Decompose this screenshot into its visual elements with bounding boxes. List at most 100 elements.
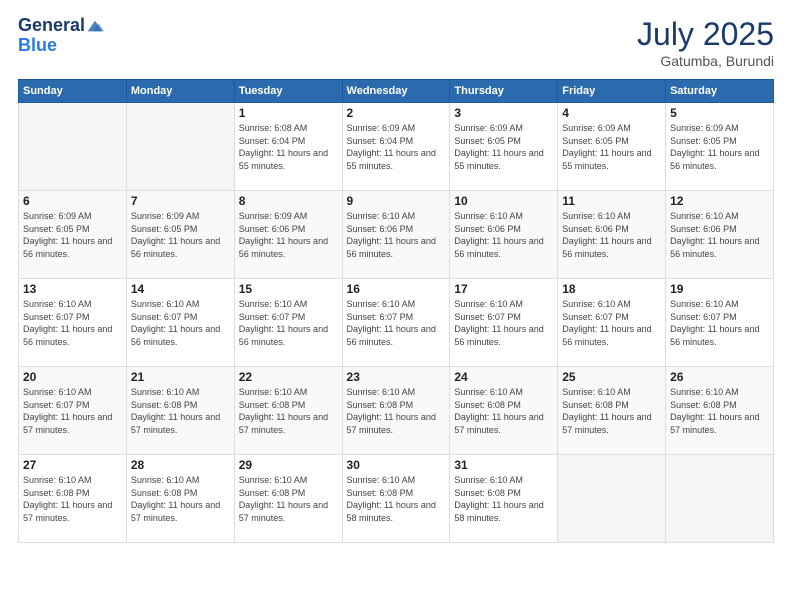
col-tuesday: Tuesday (234, 80, 342, 103)
calendar-cell: 3 Sunrise: 6:09 AM Sunset: 6:05 PM Daylig… (450, 103, 558, 191)
day-info: Sunrise: 6:10 AM Sunset: 6:08 PM Dayligh… (239, 474, 338, 524)
day-number: 3 (454, 106, 553, 120)
calendar-cell: 6 Sunrise: 6:09 AM Sunset: 6:05 PM Daylig… (19, 191, 127, 279)
day-info: Sunrise: 6:09 AM Sunset: 6:04 PM Dayligh… (347, 122, 446, 172)
day-number: 15 (239, 282, 338, 296)
calendar-cell: 5 Sunrise: 6:09 AM Sunset: 6:05 PM Daylig… (666, 103, 774, 191)
day-info: Sunrise: 6:10 AM Sunset: 6:08 PM Dayligh… (131, 474, 230, 524)
calendar-cell: 21 Sunrise: 6:10 AM Sunset: 6:08 PM Dayli… (126, 367, 234, 455)
day-info: Sunrise: 6:09 AM Sunset: 6:06 PM Dayligh… (239, 210, 338, 260)
logo-icon (86, 17, 104, 35)
day-info: Sunrise: 6:09 AM Sunset: 6:05 PM Dayligh… (454, 122, 553, 172)
calendar-cell (666, 455, 774, 543)
day-info: Sunrise: 6:10 AM Sunset: 6:06 PM Dayligh… (347, 210, 446, 260)
day-info: Sunrise: 6:10 AM Sunset: 6:08 PM Dayligh… (239, 386, 338, 436)
day-info: Sunrise: 6:10 AM Sunset: 6:08 PM Dayligh… (131, 386, 230, 436)
day-number: 24 (454, 370, 553, 384)
location: Gatumba, Burundi (637, 53, 774, 69)
calendar-cell: 31 Sunrise: 6:10 AM Sunset: 6:08 PM Dayli… (450, 455, 558, 543)
day-number: 11 (562, 194, 661, 208)
calendar: Sunday Monday Tuesday Wednesday Thursday… (18, 79, 774, 543)
calendar-cell: 26 Sunrise: 6:10 AM Sunset: 6:08 PM Dayli… (666, 367, 774, 455)
day-number: 10 (454, 194, 553, 208)
day-number: 1 (239, 106, 338, 120)
day-number: 5 (670, 106, 769, 120)
day-info: Sunrise: 6:08 AM Sunset: 6:04 PM Dayligh… (239, 122, 338, 172)
day-info: Sunrise: 6:09 AM Sunset: 6:05 PM Dayligh… (23, 210, 122, 260)
calendar-cell: 28Sunrise: 6:10 AM Sunset: 6:08 PM Dayli… (126, 455, 234, 543)
logo: General Blue (18, 16, 104, 56)
day-number: 7 (131, 194, 230, 208)
day-number: 23 (347, 370, 446, 384)
day-info: Sunrise: 6:10 AM Sunset: 6:08 PM Dayligh… (347, 474, 446, 524)
day-info: Sunrise: 6:10 AM Sunset: 6:08 PM Dayligh… (562, 386, 661, 436)
day-info: Sunrise: 6:10 AM Sunset: 6:08 PM Dayligh… (454, 386, 553, 436)
day-info: Sunrise: 6:10 AM Sunset: 6:07 PM Dayligh… (131, 298, 230, 348)
calendar-cell: 24 Sunrise: 6:10 AM Sunset: 6:08 PM Dayli… (450, 367, 558, 455)
month-title: July 2025 (637, 16, 774, 53)
col-sunday: Sunday (19, 80, 127, 103)
day-info: Sunrise: 6:10 AM Sunset: 6:07 PM Dayligh… (347, 298, 446, 348)
day-info: Sunrise: 6:10 AM Sunset: 6:07 PM Dayligh… (670, 298, 769, 348)
calendar-cell: 9 Sunrise: 6:10 AM Sunset: 6:06 PM Daylig… (342, 191, 450, 279)
day-number: 4 (562, 106, 661, 120)
day-info: Sunrise: 6:10 AM Sunset: 6:07 PM Dayligh… (562, 298, 661, 348)
col-wednesday: Wednesday (342, 80, 450, 103)
calendar-week-2: 6 Sunrise: 6:09 AM Sunset: 6:05 PM Daylig… (19, 191, 774, 279)
logo-blue: Blue (18, 36, 104, 56)
day-number: 12 (670, 194, 769, 208)
day-info: Sunrise: 6:10 AM Sunset: 6:07 PM Dayligh… (23, 386, 122, 436)
day-info: Sunrise: 6:10 AM Sunset: 6:07 PM Dayligh… (23, 298, 122, 348)
col-thursday: Thursday (450, 80, 558, 103)
day-number: 30 (347, 458, 446, 472)
calendar-cell: 10 Sunrise: 6:10 AM Sunset: 6:06 PM Dayli… (450, 191, 558, 279)
day-info: Sunrise: 6:10 AM Sunset: 6:06 PM Dayligh… (454, 210, 553, 260)
day-info: Sunrise: 6:10 AM Sunset: 6:07 PM Dayligh… (239, 298, 338, 348)
day-info: Sunrise: 6:10 AM Sunset: 6:08 PM Dayligh… (454, 474, 553, 524)
col-monday: Monday (126, 80, 234, 103)
day-number: 22 (239, 370, 338, 384)
calendar-cell: 2Sunrise: 6:09 AM Sunset: 6:04 PM Daylig… (342, 103, 450, 191)
day-info: Sunrise: 6:09 AM Sunset: 6:05 PM Dayligh… (670, 122, 769, 172)
calendar-cell: 18 Sunrise: 6:10 AM Sunset: 6:07 PM Dayli… (558, 279, 666, 367)
calendar-cell: 13 Sunrise: 6:10 AM Sunset: 6:07 PM Dayli… (19, 279, 127, 367)
calendar-cell: 30 Sunrise: 6:10 AM Sunset: 6:08 PM Dayli… (342, 455, 450, 543)
day-number: 31 (454, 458, 553, 472)
calendar-cell: 20 Sunrise: 6:10 AM Sunset: 6:07 PM Dayli… (19, 367, 127, 455)
calendar-cell (126, 103, 234, 191)
calendar-cell: 7 Sunrise: 6:09 AM Sunset: 6:05 PM Daylig… (126, 191, 234, 279)
day-number: 21 (131, 370, 230, 384)
day-number: 18 (562, 282, 661, 296)
day-number: 9 (347, 194, 446, 208)
calendar-cell: 1 Sunrise: 6:08 AM Sunset: 6:04 PM Daylig… (234, 103, 342, 191)
calendar-cell: 19 Sunrise: 6:10 AM Sunset: 6:07 PM Dayli… (666, 279, 774, 367)
day-number: 6 (23, 194, 122, 208)
title-block: July 2025 Gatumba, Burundi (637, 16, 774, 69)
day-number: 8 (239, 194, 338, 208)
calendar-cell: 4Sunrise: 6:09 AM Sunset: 6:05 PM Daylig… (558, 103, 666, 191)
day-info: Sunrise: 6:10 AM Sunset: 6:08 PM Dayligh… (23, 474, 122, 524)
day-number: 29 (239, 458, 338, 472)
calendar-cell: 23 Sunrise: 6:10 AM Sunset: 6:08 PM Dayli… (342, 367, 450, 455)
calendar-week-1: 1 Sunrise: 6:08 AM Sunset: 6:04 PM Daylig… (19, 103, 774, 191)
day-info: Sunrise: 6:09 AM Sunset: 6:05 PM Dayligh… (131, 210, 230, 260)
calendar-cell: 29 Sunrise: 6:10 AM Sunset: 6:08 PM Dayli… (234, 455, 342, 543)
logo-text: General (18, 16, 85, 36)
calendar-week-4: 20 Sunrise: 6:10 AM Sunset: 6:07 PM Dayli… (19, 367, 774, 455)
day-number: 20 (23, 370, 122, 384)
day-info: Sunrise: 6:10 AM Sunset: 6:06 PM Dayligh… (562, 210, 661, 260)
day-info: Sunrise: 6:10 AM Sunset: 6:08 PM Dayligh… (347, 386, 446, 436)
header: General Blue July 2025 Gatumba, Burundi (18, 16, 774, 69)
page: General Blue July 2025 Gatumba, Burundi … (0, 0, 792, 612)
day-number: 19 (670, 282, 769, 296)
day-number: 26 (670, 370, 769, 384)
day-info: Sunrise: 6:10 AM Sunset: 6:08 PM Dayligh… (670, 386, 769, 436)
day-number: 16 (347, 282, 446, 296)
calendar-cell (19, 103, 127, 191)
day-number: 13 (23, 282, 122, 296)
calendar-cell: 8 Sunrise: 6:09 AM Sunset: 6:06 PM Daylig… (234, 191, 342, 279)
day-number: 27 (23, 458, 122, 472)
calendar-cell: 12Sunrise: 6:10 AM Sunset: 6:06 PM Dayli… (666, 191, 774, 279)
calendar-cell: 25Sunrise: 6:10 AM Sunset: 6:08 PM Dayli… (558, 367, 666, 455)
calendar-cell: 22 Sunrise: 6:10 AM Sunset: 6:08 PM Dayli… (234, 367, 342, 455)
